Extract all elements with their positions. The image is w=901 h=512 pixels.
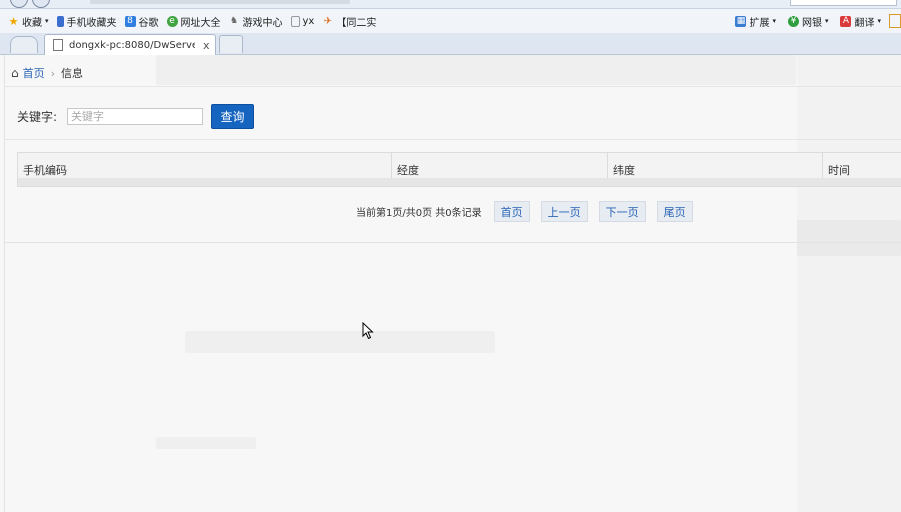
- bookmark-mobile-favorites[interactable]: 手机收藏夹: [56, 14, 117, 29]
- data-table: 手机编码 经度 纬度 时间: [17, 152, 901, 187]
- translate-label: 翻译: [854, 17, 875, 29]
- overlay-artifact: [156, 55, 796, 85]
- home-tab-button[interactable]: [10, 36, 38, 53]
- left-frame-edge: [0, 55, 5, 512]
- overlay-artifact: [797, 220, 901, 256]
- new-tab-button[interactable]: [219, 35, 243, 53]
- overlay-artifact: [185, 331, 495, 353]
- breadcrumb: ⌂ 首页 › 信息: [11, 65, 83, 81]
- more-tools-icon[interactable]: [889, 14, 901, 28]
- divider: [4, 242, 901, 243]
- google-icon: 8: [124, 15, 136, 27]
- keyword-label: 关键字:: [17, 110, 58, 124]
- bank-button[interactable]: ¥ 网银 ▾: [787, 14, 829, 29]
- last-page-button[interactable]: 尾页: [656, 201, 693, 222]
- chevron-down-icon: ▾: [877, 17, 881, 25]
- translate-button[interactable]: A 翻译 ▾: [840, 14, 881, 29]
- pagination-info: 当前第1页/共0页 共0条记录: [356, 208, 482, 219]
- breadcrumb-home-link[interactable]: 首页: [23, 65, 45, 81]
- chevron-down-icon: ▾: [45, 17, 49, 25]
- page-content: ⌂ 首页 › 信息 关键字: 查询 手机编码 经度 纬度 时间 当前第1页/共0…: [0, 55, 901, 512]
- breadcrumb-separator: ›: [50, 66, 56, 80]
- tab-title: dongxk-pc:8080/DwServer/: [69, 39, 195, 51]
- chevron-down-icon: ▾: [772, 17, 776, 25]
- bookmark-label: yx: [302, 15, 315, 27]
- bookmark-tongershi[interactable]: ✈ 【同二实: [322, 14, 377, 29]
- globe-icon: e: [166, 15, 178, 27]
- url-field[interactable]: [90, 0, 350, 4]
- prev-page-button[interactable]: 上一页: [540, 201, 588, 222]
- bookmark-yx[interactable]: yx: [290, 15, 315, 27]
- bookmark-label: 游戏中心: [242, 17, 283, 29]
- bookmark-url-directory[interactable]: e 网址大全: [166, 14, 221, 29]
- bookmark-label: 手机收藏夹: [66, 17, 117, 29]
- bank-icon: ¥: [787, 15, 799, 27]
- mouse-cursor-icon: [362, 322, 374, 340]
- address-bar-strip: [0, 0, 901, 9]
- extensions-label: 扩展: [749, 17, 770, 29]
- browser-toolbar-right: ▦ 扩展 ▾ ¥ 网银 ▾ A 翻译 ▾: [723, 9, 901, 33]
- bookmark-label: 谷歌: [138, 17, 159, 29]
- game-icon: ♞: [229, 15, 239, 26]
- chevron-down-icon: ▾: [824, 17, 829, 25]
- bookmarks-bar: ★ 收藏 ▾ 手机收藏夹 8 谷歌 e 网址大全 ♞ 游戏中心 yx ✈ 【同二…: [0, 9, 901, 34]
- translate-icon: A: [840, 15, 852, 27]
- overlay-artifact: [156, 437, 256, 449]
- forward-button[interactable]: [32, 0, 50, 8]
- bookmark-label: 网址大全: [180, 17, 221, 29]
- bookmark-google[interactable]: 8 谷歌: [124, 14, 159, 29]
- breadcrumb-current: 信息: [61, 67, 84, 80]
- back-button[interactable]: [10, 0, 28, 8]
- home-icon: ⌂: [11, 66, 19, 80]
- tab-strip: dongxk-pc:8080/DwServer/ x: [0, 33, 901, 55]
- extensions-button[interactable]: ▦ 扩展 ▾: [735, 14, 776, 29]
- keyword-input[interactable]: [67, 108, 204, 125]
- pagination: 当前第1页/共0页 共0条记录 首页 上一页 下一页 尾页: [356, 201, 693, 222]
- bank-label: 网银: [801, 17, 822, 29]
- extension-icon: ▦: [735, 15, 747, 27]
- first-page-button[interactable]: 首页: [493, 201, 530, 222]
- page-icon: [53, 39, 63, 51]
- bookmark-game-center[interactable]: ♞ 游戏中心: [229, 14, 283, 29]
- divider: [4, 86, 901, 87]
- next-page-button[interactable]: 下一页: [598, 201, 646, 222]
- query-button[interactable]: 查询: [211, 104, 255, 129]
- page-icon: [290, 15, 300, 27]
- browser-search-input[interactable]: [790, 0, 897, 6]
- star-icon: ★: [8, 14, 19, 28]
- bookmark-label: 收藏: [22, 17, 42, 29]
- close-tab-icon[interactable]: x: [203, 39, 210, 52]
- search-form: 关键字: 查询: [17, 104, 255, 129]
- bird-icon: ✈: [323, 15, 333, 27]
- phone-icon: [56, 15, 64, 27]
- tab-dwserver[interactable]: dongxk-pc:8080/DwServer/ x: [44, 34, 216, 55]
- divider: [4, 139, 901, 140]
- bookmark-label: 【同二实: [336, 17, 377, 29]
- right-panel: [797, 55, 901, 512]
- table-header-shade: [18, 178, 901, 186]
- bookmark-favorites[interactable]: ★ 收藏 ▾: [8, 14, 49, 29]
